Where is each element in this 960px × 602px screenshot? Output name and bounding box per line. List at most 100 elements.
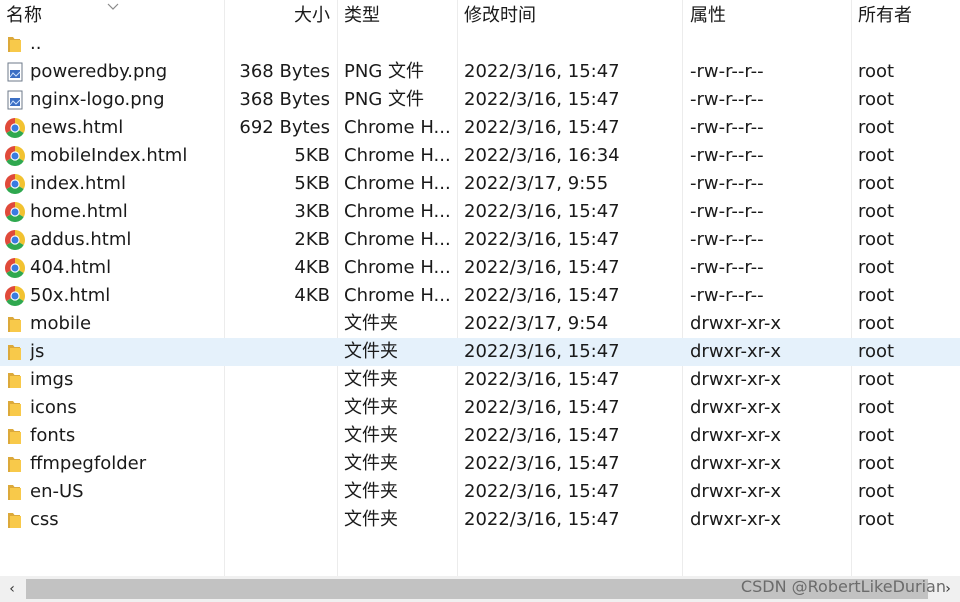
image-file-icon — [4, 89, 26, 111]
file-modified: 2022/3/16, 15:47 — [464, 257, 620, 278]
file-permissions: -rw-r--r-- — [690, 145, 764, 166]
file-size — [222, 422, 330, 450]
file-row[interactable]: .. — [0, 30, 960, 58]
file-size: 5KB — [294, 173, 330, 194]
file-permissions: -rw-r--r-- — [690, 173, 764, 194]
file-size: 4KB — [294, 257, 330, 278]
chrome-icon — [4, 173, 26, 195]
file-row[interactable]: home.html 3KB Chrome H... 2022/3/16, 15:47 -… — [0, 198, 960, 226]
folder-icon — [4, 313, 26, 335]
file-type: Chrome H... — [344, 229, 451, 250]
file-owner: root — [858, 313, 895, 334]
file-row[interactable]: fonts 文件夹 2022/3/16, 15:47 drwxr-xr-x root — [0, 422, 960, 450]
file-permissions: -rw-r--r-- — [690, 257, 764, 278]
file-owner: root — [858, 201, 895, 222]
file-type — [344, 30, 452, 58]
file-name: 50x.html — [30, 285, 111, 306]
file-permissions: drwxr-xr-x — [690, 341, 781, 362]
scroll-left-arrow-icon[interactable]: ‹ — [0, 576, 24, 602]
column-header-owner[interactable]: 所有者 — [858, 0, 912, 32]
file-name: 404.html — [30, 257, 112, 278]
file-row[interactable]: en-US 文件夹 2022/3/16, 15:47 drwxr-xr-x root — [0, 478, 960, 506]
file-row[interactable]: mobile 文件夹 2022/3/17, 9:54 drwxr-xr-x root — [0, 310, 960, 338]
file-permissions: -rw-r--r-- — [690, 229, 764, 250]
file-modified: 2022/3/16, 15:47 — [464, 201, 620, 222]
file-size — [222, 450, 330, 478]
file-modified: 2022/3/16, 15:47 — [464, 229, 620, 250]
file-row[interactable]: css 文件夹 2022/3/16, 15:47 drwxr-xr-x root — [0, 506, 960, 534]
file-name: imgs — [30, 369, 74, 390]
file-size — [222, 30, 330, 58]
column-header-type[interactable]: 类型 — [344, 0, 380, 32]
file-row[interactable]: ffmpegfolder 文件夹 2022/3/16, 15:47 drwxr-xr-… — [0, 450, 960, 478]
file-owner: root — [858, 117, 895, 138]
file-name: index.html — [30, 173, 126, 194]
file-modified: 2022/3/16, 15:47 — [464, 369, 620, 390]
file-owner: root — [858, 341, 895, 362]
folder-icon — [4, 369, 26, 391]
file-name: en-US — [30, 481, 84, 502]
file-size — [222, 366, 330, 394]
file-name: css — [30, 509, 59, 530]
file-type: PNG 文件 — [344, 89, 424, 110]
chrome-icon — [4, 201, 26, 223]
file-size: 3KB — [294, 201, 330, 222]
file-name: icons — [30, 397, 77, 418]
file-permissions: drwxr-xr-x — [690, 397, 781, 418]
file-row[interactable]: addus.html 2KB Chrome H... 2022/3/16, 15:47… — [0, 226, 960, 254]
column-header-size[interactable]: 大小 — [222, 0, 330, 32]
file-permissions: drwxr-xr-x — [690, 313, 781, 334]
sort-chevron-icon[interactable] — [106, 1, 120, 11]
file-row[interactable]: nginx-logo.png 368 Bytes PNG 文件 2022/3/16, … — [0, 86, 960, 114]
file-row[interactable]: 404.html 4KB Chrome H... 2022/3/16, 15:47 -r… — [0, 254, 960, 282]
file-name: js — [30, 341, 45, 362]
file-row[interactable]: 50x.html 4KB Chrome H... 2022/3/16, 15:47 -r… — [0, 282, 960, 310]
file-modified: 2022/3/16, 15:47 — [464, 285, 620, 306]
file-modified: 2022/3/16, 15:47 — [464, 89, 620, 110]
file-size — [222, 506, 330, 534]
file-modified — [464, 30, 680, 58]
file-owner: root — [858, 369, 895, 390]
file-type: Chrome H... — [344, 145, 451, 166]
chrome-icon — [4, 117, 26, 139]
chrome-icon — [4, 285, 26, 307]
file-type: 文件夹 — [344, 341, 398, 362]
file-owner: root — [858, 481, 895, 502]
file-owner: root — [858, 285, 895, 306]
folder-icon — [4, 453, 26, 475]
file-permissions: -rw-r--r-- — [690, 285, 764, 306]
file-permissions: -rw-r--r-- — [690, 117, 764, 138]
column-header-name[interactable]: 名称 — [6, 0, 42, 32]
file-owner: root — [858, 425, 895, 446]
file-type: 文件夹 — [344, 397, 398, 418]
file-type: Chrome H... — [344, 285, 451, 306]
file-row[interactable]: news.html 692 Bytes Chrome H... 2022/3/16, … — [0, 114, 960, 142]
file-row[interactable]: imgs 文件夹 2022/3/16, 15:47 drwxr-xr-x root — [0, 366, 960, 394]
file-permissions: -rw-r--r-- — [690, 201, 764, 222]
file-owner: root — [858, 453, 895, 474]
file-modified: 2022/3/16, 15:47 — [464, 61, 620, 82]
column-header-permissions[interactable]: 属性 — [690, 0, 726, 32]
column-header-modified[interactable]: 修改时间 — [464, 0, 536, 32]
file-row[interactable]: index.html 5KB Chrome H... 2022/3/17, 9:55 -… — [0, 170, 960, 198]
file-permissions — [690, 30, 850, 58]
file-modified: 2022/3/16, 15:47 — [464, 341, 620, 362]
file-type: 文件夹 — [344, 481, 398, 502]
file-size — [222, 394, 330, 422]
file-row[interactable]: icons 文件夹 2022/3/16, 15:47 drwxr-xr-x root — [0, 394, 960, 422]
file-name: ffmpegfolder — [30, 453, 147, 474]
file-row[interactable]: poweredby.png 368 Bytes PNG 文件 2022/3/16, 1… — [0, 58, 960, 86]
file-owner: root — [858, 89, 895, 110]
file-row[interactable]: mobileIndex.html 5KB Chrome H... 2022/3/16,… — [0, 142, 960, 170]
file-owner: root — [858, 257, 895, 278]
file-size: 2KB — [294, 229, 330, 250]
file-size: 368 Bytes — [239, 89, 330, 110]
file-owner — [858, 30, 958, 58]
file-modified: 2022/3/17, 9:55 — [464, 173, 609, 194]
folder-icon — [4, 341, 26, 363]
column-header-row: 名称 大小 类型 修改时间 属性 所有者 — [0, 0, 960, 32]
file-row[interactable]: js 文件夹 2022/3/16, 15:47 drwxr-xr-x root — [0, 338, 960, 366]
file-permissions: -rw-r--r-- — [690, 61, 764, 82]
file-type: Chrome H... — [344, 173, 451, 194]
file-name: poweredby.png — [30, 61, 168, 82]
